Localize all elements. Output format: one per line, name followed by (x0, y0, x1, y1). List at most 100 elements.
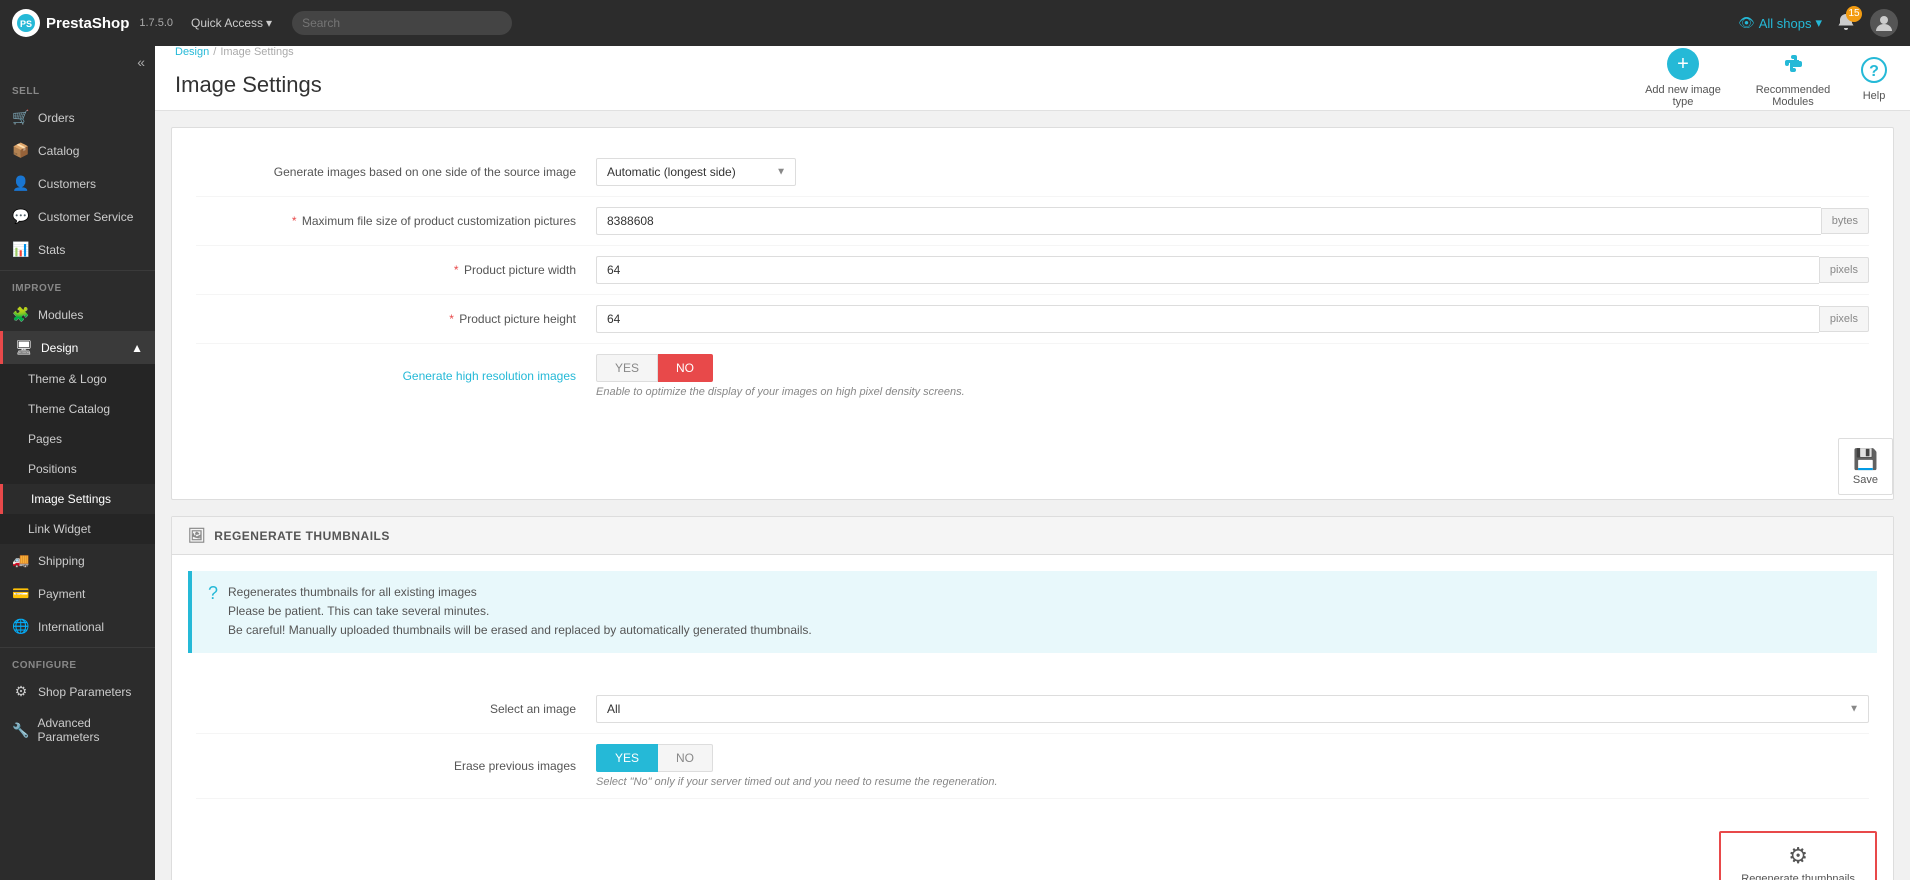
sidebar-item-stats[interactable]: 📊 Stats (0, 233, 155, 266)
international-icon: 🌐 (12, 618, 30, 635)
search-container (292, 11, 512, 35)
sidebar-item-orders[interactable]: 🛒 Orders (0, 101, 155, 134)
modules-icon: 🧩 (12, 306, 30, 323)
hires-label: Generate high resolution images (196, 369, 596, 383)
regen-btn-area: ⚙ Regenerate thumbnails (172, 815, 1893, 880)
main-header: Design / Image Settings Image Settings +… (155, 46, 1910, 111)
image-settings-form: Generate images based on one side of the… (172, 128, 1893, 428)
product-width-row: * Product picture width pixels (196, 246, 1869, 295)
max-filesize-row: * Maximum file size of product customiza… (196, 197, 1869, 246)
hires-no-button[interactable]: NO (658, 354, 713, 382)
add-new-image-type-button[interactable]: + Add new image type (1638, 48, 1728, 108)
sidebar-item-pages[interactable]: Pages (0, 424, 155, 454)
product-height-input[interactable] (596, 305, 1819, 333)
regenerate-section-title: 🖼 REGENERATE THUMBNAILS (172, 517, 1893, 555)
regenerate-thumbnails-button[interactable]: ⚙ Regenerate thumbnails (1719, 831, 1877, 880)
help-circle-icon: ? (1858, 54, 1890, 86)
image-icon: 🖼 (188, 527, 206, 544)
product-height-control: pixels (596, 305, 1869, 333)
hires-control: YES NO Enable to optimize the display of… (596, 354, 1869, 398)
sidebar-item-customer-service[interactable]: 💬 Customer Service (0, 200, 155, 233)
erase-yes-button[interactable]: YES (596, 744, 658, 772)
breadcrumb-design[interactable]: Design (175, 46, 209, 58)
user-avatar[interactable] (1870, 9, 1898, 37)
sidebar-item-design[interactable]: 🖥 Design ▲ (0, 331, 155, 364)
sidebar-collapse-button[interactable]: « (0, 46, 155, 78)
erase-no-button[interactable]: NO (658, 744, 713, 772)
save-icon: 💾 (1853, 447, 1878, 472)
sidebar-item-positions[interactable]: Positions (0, 454, 155, 484)
payment-icon: 💳 (12, 585, 30, 602)
brand-name: PrestaShop (46, 15, 129, 32)
stats-icon: 📊 (12, 241, 30, 258)
info-box: ? Regenerates thumbnails for all existin… (188, 571, 1877, 653)
generate-images-select[interactable]: Automatic (longest side) Width Height (596, 158, 796, 186)
sidebar-item-payment[interactable]: 💳 Payment (0, 577, 155, 610)
svg-text:PS: PS (20, 19, 32, 29)
sidebar-item-image-settings[interactable]: Image Settings (0, 484, 155, 514)
configure-section-label: CONFIGURE (0, 652, 155, 675)
breadcrumb: Design / Image Settings (175, 46, 322, 58)
generate-images-select-wrap: Automatic (longest side) Width Height (596, 158, 796, 186)
shipping-icon: 🚚 (12, 552, 30, 569)
recommended-modules-button[interactable]: Recommended Modules (1748, 48, 1838, 108)
chevron-up-icon: ▲ (131, 341, 143, 355)
orders-icon: 🛒 (12, 109, 30, 126)
help-button[interactable]: ? Help (1858, 54, 1890, 102)
image-settings-card: Generate images based on one side of the… (171, 127, 1894, 500)
product-width-label: * Product picture width (196, 263, 596, 277)
product-height-row: * Product picture height pixels (196, 295, 1869, 344)
sidebar-item-international[interactable]: 🌐 International (0, 610, 155, 643)
header-actions: + Add new image type Recommended Modules… (1638, 48, 1890, 108)
max-filesize-unit: bytes (1821, 208, 1869, 234)
sidebar-item-adv-params[interactable]: 🔧 Advanced Parameters (0, 708, 155, 752)
sidebar-divider (0, 270, 155, 271)
max-filesize-control: bytes (596, 207, 1869, 235)
sidebar-item-catalog[interactable]: 📦 Catalog (0, 134, 155, 167)
max-filesize-label: * Maximum file size of product customiza… (196, 214, 596, 228)
hires-yes-button[interactable]: YES (596, 354, 658, 382)
select-image-control: All Products Categories Manufacturers Su… (596, 695, 1869, 723)
product-width-control: pixels (596, 256, 1869, 284)
select-image-label: Select an image (196, 702, 596, 716)
sidebar-item-link-widget[interactable]: Link Widget (0, 514, 155, 544)
main-content: Design / Image Settings Image Settings +… (155, 46, 1910, 880)
design-submenu: Theme & Logo Theme Catalog Pages Positio… (0, 364, 155, 544)
design-icon: 🖥 (15, 339, 33, 356)
generate-images-label: Generate images based on one side of the… (196, 165, 596, 179)
regenerate-thumbnails-card: 🖼 REGENERATE THUMBNAILS ? Regenerates th… (171, 516, 1894, 880)
erase-control: YES NO Select "No" only if your server t… (596, 744, 1869, 788)
regen-form: Select an image All Products Categories … (172, 669, 1893, 815)
adv-params-icon: 🔧 (12, 722, 29, 739)
erase-toggle-group: YES NO (596, 744, 1869, 772)
product-width-input[interactable] (596, 256, 1819, 284)
save-button[interactable]: 💾 Save (1838, 438, 1893, 495)
notifications-button[interactable]: 15 (1836, 12, 1856, 35)
topbar-right: 👁 All shops ▾ 15 (1738, 9, 1898, 37)
improve-section-label: IMPROVE (0, 275, 155, 298)
quick-access-button[interactable]: Quick Access ▾ (191, 16, 272, 30)
info-box-text: Regenerates thumbnails for all existing … (228, 583, 812, 641)
sidebar-item-shop-params[interactable]: ⚙ Shop Parameters (0, 675, 155, 708)
breadcrumb-current: Image Settings (220, 46, 293, 58)
shop-params-icon: ⚙ (12, 683, 30, 700)
sidebar-item-modules[interactable]: 🧩 Modules (0, 298, 155, 331)
logo-icon: PS (12, 9, 40, 37)
logo: PS PrestaShop 1.7.5.0 (12, 9, 173, 37)
select-image-select[interactable]: All Products Categories Manufacturers Su… (596, 695, 1869, 723)
product-height-label: * Product picture height (196, 312, 596, 326)
sidebar-item-shipping[interactable]: 🚚 Shipping (0, 544, 155, 577)
hires-row: Generate high resolution images YES NO E… (196, 344, 1869, 408)
puzzle-icon (1777, 48, 1809, 80)
sidebar-item-theme-catalog[interactable]: Theme Catalog (0, 394, 155, 424)
all-shops-button[interactable]: 👁 All shops ▾ (1738, 15, 1822, 31)
generate-images-row: Generate images based on one side of the… (196, 148, 1869, 197)
product-width-unit: pixels (1819, 257, 1869, 283)
sell-section-label: SELL (0, 78, 155, 101)
search-input[interactable] (292, 11, 512, 35)
sidebar-item-theme-logo[interactable]: Theme & Logo (0, 364, 155, 394)
select-image-select-wrap: All Products Categories Manufacturers Su… (596, 695, 1869, 723)
max-filesize-input[interactable] (596, 207, 1821, 235)
erase-hint: Select "No" only if your server timed ou… (596, 776, 1869, 788)
sidebar-item-customers[interactable]: 👤 Customers (0, 167, 155, 200)
